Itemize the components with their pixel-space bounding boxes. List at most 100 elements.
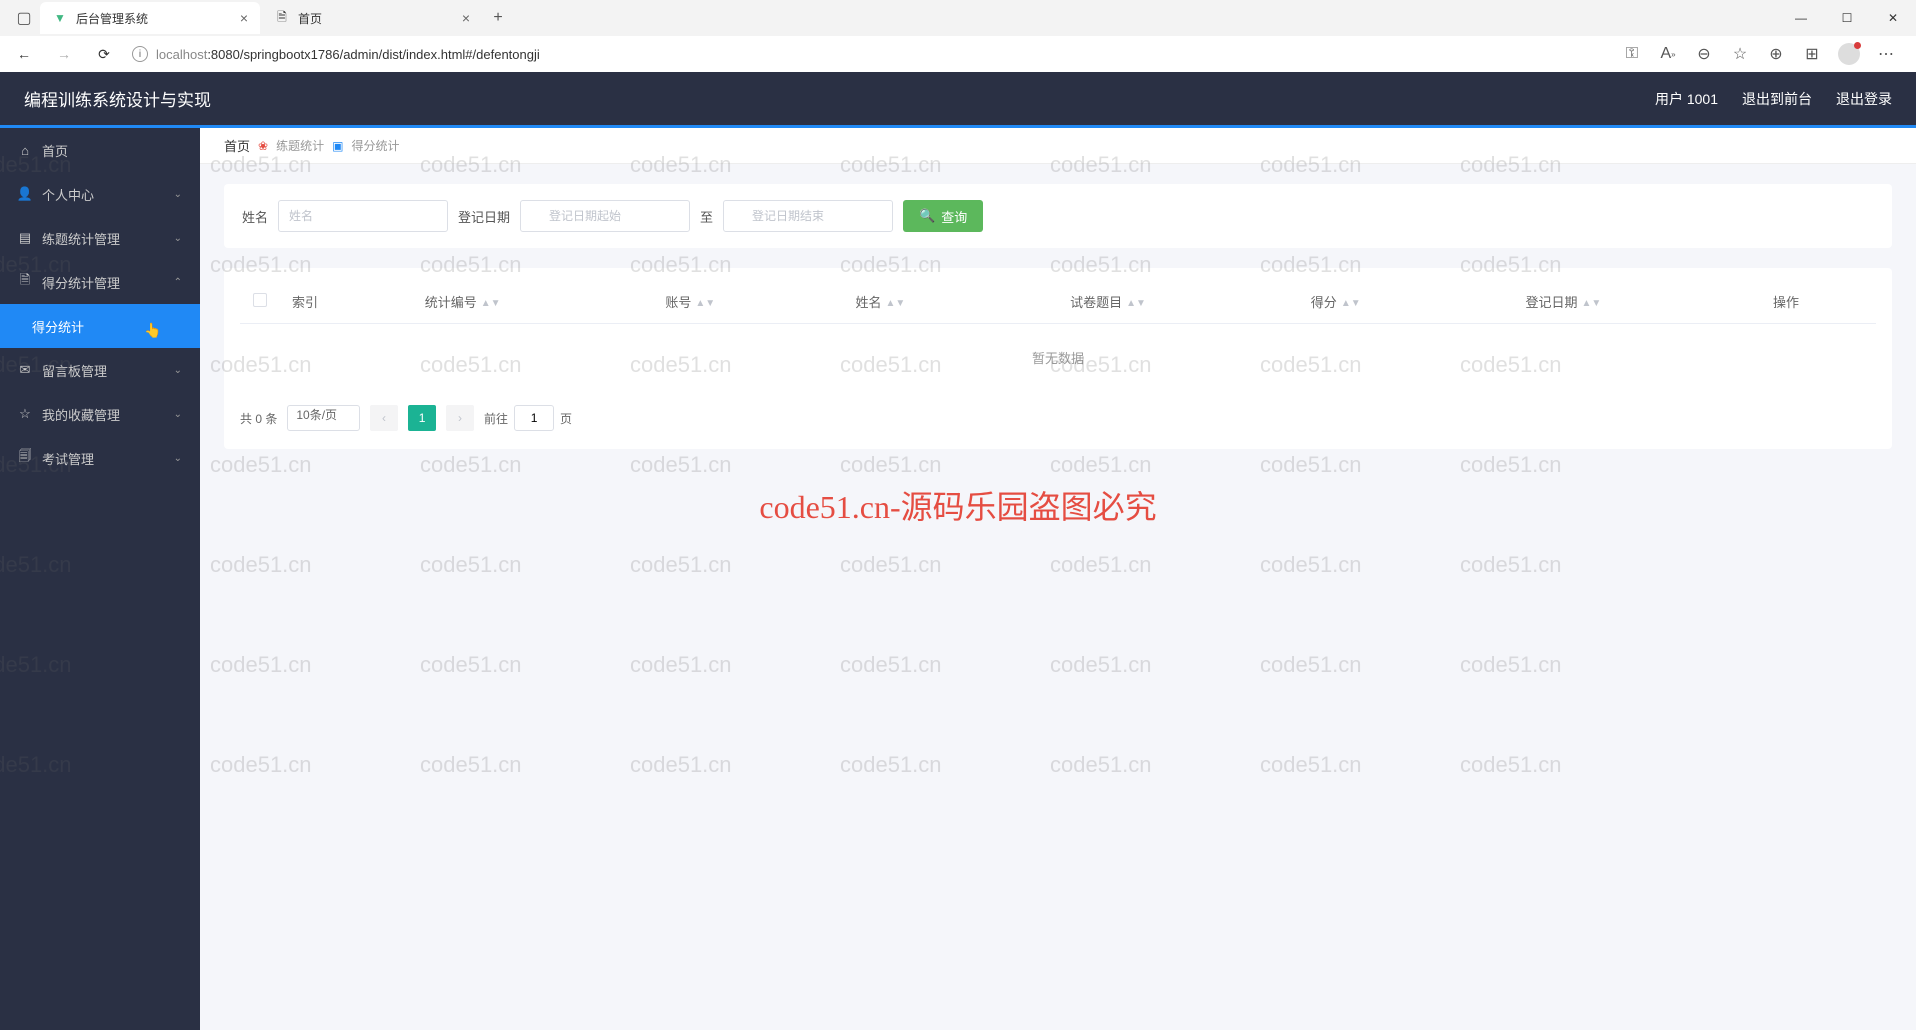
prev-page-button[interactable]: ‹ [370,405,398,431]
data-table: 索引 统计编号 ▲▼ 账号 ▲▼ 姓名 ▲▼ 试卷题目 ▲▼ 得分 ▲▼ 登记日期 ▲▼ 操… [240,280,1876,391]
sidebar-item-practice-stats[interactable]: ▤ 练题统计管理 ⌄ [0,216,200,260]
col-statid[interactable]: 统计编号 [425,295,477,310]
doc-icon: 🗎 [18,275,32,289]
key-icon[interactable]: ⚿ [1622,44,1642,64]
date-label: 登记日期 [458,207,510,226]
col-score[interactable]: 得分 [1311,295,1337,310]
page-total: 共 0 条 [240,410,277,427]
app-header: 编程训练系统设计与实现 用户 1001 退出到前台 退出登录 [0,72,1916,128]
favorite-icon[interactable]: ☆ [1730,44,1750,64]
sidebar-item-label: 留言板管理 [42,361,107,380]
sidebar-item-label: 考试管理 [42,449,94,468]
logout-link[interactable]: 退出登录 [1836,89,1892,109]
chevron-down-icon: ⌄ [174,409,182,420]
close-button[interactable]: ✕ [1870,0,1916,36]
col-name[interactable]: 姓名 [855,295,881,310]
cursor-icon: 👆 [144,322,161,339]
url-path: :8080/springbootx1786/admin/dist/index.h… [207,47,539,62]
sidebar-item-score-stats[interactable]: 🗎 得分统计管理 ⌃ [0,260,200,304]
filter-bar: 姓名 登记日期 至 🔍 查询 [224,184,1892,248]
minimize-button[interactable]: — [1778,0,1824,36]
main-content: 首页 ❀ 练题统计 ▣ 得分统计 姓名 登记日期 至 🔍 查询 [200,128,1916,1030]
next-page-button[interactable]: › [446,405,474,431]
sidebar-item-exam[interactable]: 🗐 考试管理 ⌄ [0,436,200,480]
chevron-down-icon: ⌄ [174,453,182,464]
breadcrumb-item[interactable]: 练题统计 [276,137,324,154]
info-icon[interactable]: i [132,46,148,62]
pagination: 共 0 条 10条/页 ‹ 1 › 前往 页 [240,405,1876,431]
tab-bar: ▢ ▼ 后台管理系统 × 🗎 首页 × + — ☐ ✕ [0,0,1916,36]
tab-list-button[interactable]: ▢ [8,4,40,32]
forward-button: → [48,40,80,68]
breadcrumb-item[interactable]: 得分统计 [351,137,399,154]
app-title: 编程训练系统设计与实现 [24,86,211,111]
col-actions: 操作 [1773,295,1799,310]
name-label: 姓名 [242,207,268,226]
breadcrumb-icon: ❀ [258,139,268,153]
sort-icon[interactable]: ▲▼ [481,301,501,307]
profile-avatar[interactable] [1838,43,1860,65]
zoom-out-icon[interactable]: ⊖ [1694,44,1714,64]
collections-icon[interactable]: ⊕ [1766,44,1786,64]
sidebar-item-label: 我的收藏管理 [42,405,120,424]
browser-tab-inactive[interactable]: 🗎 首页 × [262,2,482,34]
breadcrumb-icon: ▣ [332,139,343,153]
col-account[interactable]: 账号 [665,295,691,310]
more-icon[interactable]: ⋯ [1876,44,1896,64]
sort-icon[interactable]: ▲▼ [1126,301,1146,307]
browser-tab-active[interactable]: ▼ 后台管理系统 × [40,2,260,34]
url-host: localhost [156,47,207,62]
list-icon: ▤ [18,231,32,245]
date-separator: 至 [700,207,713,226]
close-icon[interactable]: × [240,10,248,26]
new-tab-button[interactable]: + [484,9,512,27]
sidebar-item-message-board[interactable]: ✉ 留言板管理 ⌄ [0,348,200,392]
maximize-button[interactable]: ☐ [1824,0,1870,36]
col-index[interactable]: 索引 [292,295,318,310]
name-input[interactable] [278,200,448,232]
header-right: 用户 1001 退出到前台 退出登录 [1655,89,1892,109]
sort-icon[interactable]: ▲▼ [1581,301,1601,307]
sort-icon[interactable]: ▲▼ [695,301,715,307]
home-icon: ⌂ [18,143,32,157]
extensions-icon[interactable]: ⊞ [1802,44,1822,64]
close-icon[interactable]: × [462,10,470,26]
empty-text: 暂无数据 [240,324,1876,392]
url-bar[interactable]: i localhost:8080/springbootx1786/admin/d… [128,46,1614,62]
back-button[interactable]: ← [8,40,40,68]
search-button[interactable]: 🔍 查询 [903,200,983,232]
goto-label: 前往 [484,410,508,427]
sidebar-item-label: 得分统计 [32,317,84,336]
page-number-current[interactable]: 1 [408,405,436,431]
app-root: 编程训练系统设计与实现 用户 1001 退出到前台 退出登录 ⌂ 首页 👤 个人… [0,72,1916,1030]
sidebar-item-favorites[interactable]: ☆ 我的收藏管理 ⌄ [0,392,200,436]
to-frontend-link[interactable]: 退出到前台 [1742,89,1812,109]
sort-icon[interactable]: ▲▼ [885,301,905,307]
tab-title: 后台管理系统 [76,10,148,27]
goto-input[interactable] [514,405,554,431]
goto-suffix: 页 [560,410,572,427]
page-icon: 🗎 [274,10,290,26]
breadcrumb-home[interactable]: 首页 [224,136,250,155]
sidebar: ⌂ 首页 👤 个人中心 ⌄ ▤ 练题统计管理 ⌄ 🗎 得分统计管理 ⌃ 得分统计 [0,128,200,1030]
sidebar-subitem-score-stats[interactable]: 得分统计 [0,304,200,348]
current-user[interactable]: 用户 1001 [1655,89,1718,109]
read-aloud-icon[interactable]: A» [1658,44,1678,64]
sidebar-item-label: 得分统计管理 [42,273,120,292]
chevron-down-icon: ⌄ [174,189,182,200]
exam-icon: 🗐 [18,451,32,465]
col-paper[interactable]: 试卷题目 [1070,295,1122,310]
sort-icon[interactable]: ▲▼ [1341,301,1361,307]
browser-chrome: ▢ ▼ 后台管理系统 × 🗎 首页 × + — ☐ ✕ ← → ⟳ i loca… [0,0,1916,72]
refresh-button[interactable]: ⟳ [88,40,120,68]
select-all-checkbox[interactable] [253,293,267,307]
vue-icon: ▼ [52,10,68,26]
chevron-up-icon: ⌃ [174,277,182,288]
page-size-select[interactable]: 10条/页 [287,405,360,431]
date-end-input[interactable] [723,200,893,232]
sidebar-item-home[interactable]: ⌂ 首页 [0,128,200,172]
col-date[interactable]: 登记日期 [1525,295,1577,310]
sidebar-item-profile[interactable]: 👤 个人中心 ⌄ [0,172,200,216]
address-bar: ← → ⟳ i localhost:8080/springbootx1786/a… [0,36,1916,72]
date-start-input[interactable] [520,200,690,232]
